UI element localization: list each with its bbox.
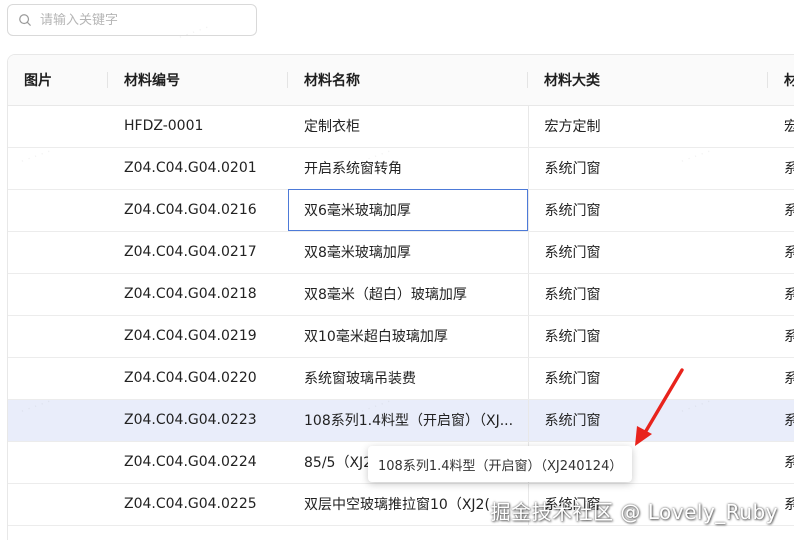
- cell-image[interactable]: [8, 441, 108, 484]
- cell-name[interactable]: 双8毫米（超白）玻璃加厚: [288, 273, 529, 316]
- cell-image[interactable]: [8, 273, 108, 316]
- cell-extra[interactable]: 系: [768, 357, 794, 400]
- column-header-category[interactable]: 材料大类: [528, 55, 768, 106]
- cell-category[interactable]: 系统门窗: [528, 273, 768, 316]
- cell-code[interactable]: Z04.C04.G04.0219: [108, 315, 288, 358]
- table-row[interactable]: Z04.C04.G04.0219双10毫米超白玻璃加厚系统门窗系: [8, 315, 794, 358]
- search-icon: [19, 14, 31, 26]
- cell-code[interactable]: Z04.C04.G04.0223: [108, 399, 288, 442]
- table-row[interactable]: Z04.C04.G04.0216双6毫米玻璃加厚系统门窗系: [8, 189, 794, 232]
- annotation-arrow-icon: [635, 368, 684, 446]
- cell-image[interactable]: [8, 357, 108, 400]
- column-header-name[interactable]: 材料名称: [288, 55, 528, 106]
- cell-code[interactable]: Z04.C04.G04.0216: [108, 189, 288, 232]
- cell-image[interactable]: [8, 315, 108, 358]
- cell-name[interactable]: 定制衣柜: [288, 105, 529, 148]
- cell-code[interactable]: Z04.C04.G04.0220: [108, 357, 288, 400]
- site-watermark: 掘金技术社区 @ Lovely_Ruby: [490, 500, 778, 524]
- cell-category[interactable]: 系统门窗: [528, 315, 768, 358]
- cell-code[interactable]: Z04.C04.G04.0224: [108, 441, 288, 484]
- cell-name[interactable]: 双10毫米超白玻璃加厚: [288, 315, 529, 358]
- cell-name[interactable]: 108系列1.4料型（开启窗）（XJ...: [288, 399, 529, 442]
- cell-extra[interactable]: 系: [768, 399, 794, 442]
- cell-name[interactable]: 系统窗玻璃吊装费: [288, 357, 529, 400]
- table-row[interactable]: HFDZ-0001定制衣柜宏方定制宏: [8, 105, 794, 148]
- cell-name[interactable]: 开启系统窗转角: [288, 147, 529, 190]
- table-row[interactable]: Z04.C04.G04.0217双8毫米玻璃加厚系统门窗系: [8, 231, 794, 274]
- cell-image[interactable]: [8, 483, 108, 526]
- cell-name[interactable]: 双8毫米玻璃加厚: [288, 231, 529, 274]
- cell-image[interactable]: [8, 189, 108, 232]
- cell-extra[interactable]: 系: [768, 441, 794, 484]
- table-header-row: 图片 材料编号 材料名称 材料大类 材: [8, 55, 794, 106]
- cell-code[interactable]: HFDZ-0001: [108, 105, 288, 148]
- cell-code[interactable]: Z04.C04.G04.0218: [108, 273, 288, 316]
- column-header-image[interactable]: 图片: [8, 55, 108, 106]
- cell-category[interactable]: 系统门窗: [528, 231, 768, 274]
- cell-tooltip: 108系列1.4料型（开启窗）（XJ240124）: [368, 446, 633, 482]
- cell-code[interactable]: Z04.C04.G04.0201: [108, 147, 288, 190]
- table-row[interactable]: Z04.C04.G04.0201开启系统窗转角系统门窗系: [8, 147, 794, 190]
- cell-category[interactable]: 系统门窗: [528, 189, 768, 232]
- search-input[interactable]: [40, 12, 240, 28]
- cell-name[interactable]: 双6毫米玻璃加厚: [288, 189, 529, 232]
- cell-extra[interactable]: 系: [768, 189, 794, 232]
- cell-extra[interactable]: 系: [768, 147, 794, 190]
- search-box[interactable]: [7, 4, 257, 36]
- cell-code[interactable]: Z04.C04.G04.0217: [108, 231, 288, 274]
- cell-image[interactable]: [8, 399, 108, 442]
- cell-category[interactable]: 宏方定制: [528, 105, 768, 148]
- cell-category[interactable]: 系统门窗: [528, 147, 768, 190]
- table-row[interactable]: Z04.C04.G04.0218双8毫米（超白）玻璃加厚系统门窗系: [8, 273, 794, 316]
- cell-image[interactable]: [8, 147, 108, 190]
- cell-extra[interactable]: 宏: [768, 105, 794, 148]
- cell-extra[interactable]: 系: [768, 315, 794, 358]
- cell-extra[interactable]: 系: [768, 231, 794, 274]
- cell-extra[interactable]: 系: [768, 273, 794, 316]
- column-header-extra[interactable]: 材: [768, 55, 794, 106]
- cell-code[interactable]: Z04.C04.G04.0225: [108, 483, 288, 526]
- cell-image[interactable]: [8, 231, 108, 274]
- cell-image[interactable]: [8, 105, 108, 148]
- column-header-code[interactable]: 材料编号: [108, 55, 288, 106]
